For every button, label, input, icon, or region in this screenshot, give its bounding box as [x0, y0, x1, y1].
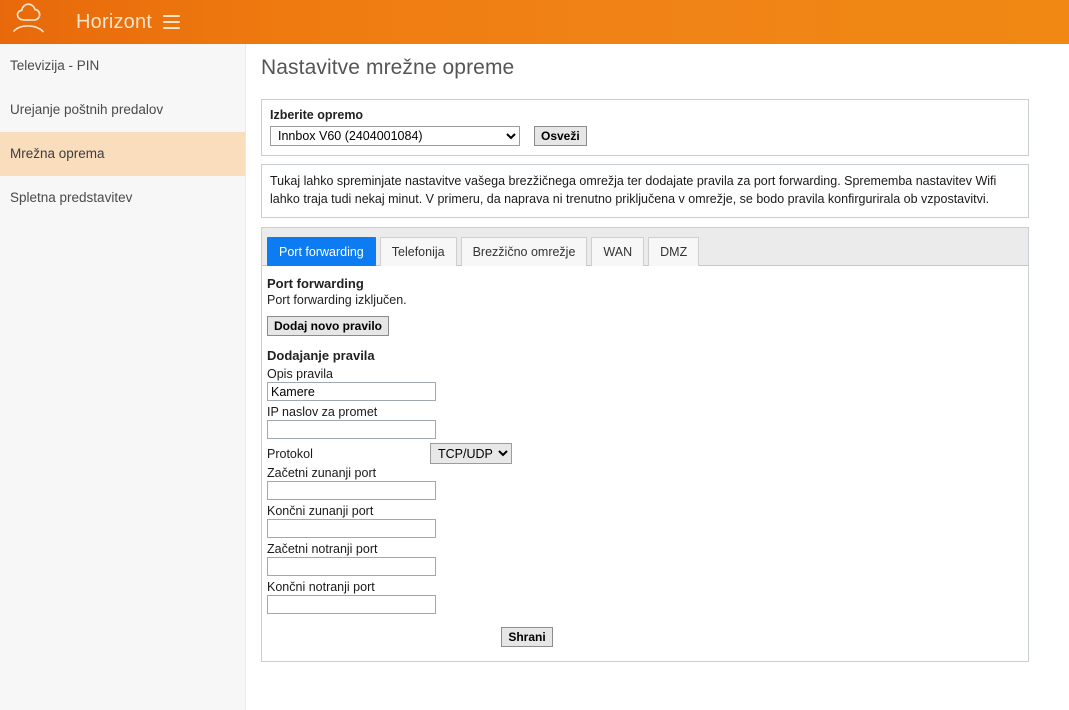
sidebar-item-urejanje-postnih-predalov[interactable]: Urejanje poštnih predalov	[0, 88, 245, 132]
tab-wan[interactable]: WAN	[591, 237, 645, 266]
hamburger-menu-icon[interactable]	[163, 15, 181, 29]
label-zacetni-notranji-port: Začetni notranji port	[267, 542, 378, 556]
input-zacetni-notranji-port[interactable]	[267, 557, 436, 576]
port-forwarding-tab-content: Port forwarding Port forwarding izključe…	[262, 266, 1028, 661]
input-zacetni-zunanji-port[interactable]	[267, 481, 436, 500]
sidebar-nav: Televizija - PIN Urejanje poštnih predal…	[0, 44, 246, 710]
settings-tabs-panel: Port forwarding Telefonija Brezžično omr…	[261, 227, 1029, 662]
sidebar-item-mrezna-oprema[interactable]: Mrežna oprema	[0, 132, 245, 176]
info-box-text: Tukaj lahko spreminjate nastavitve vašeg…	[270, 174, 997, 206]
label-koncni-notranji-port: Končni notranji port	[267, 580, 375, 594]
tab-dmz[interactable]: DMZ	[648, 237, 700, 266]
page-title: Nastavitve mrežne opreme	[261, 56, 515, 79]
tab-telefonija[interactable]: Telefonija	[379, 237, 457, 266]
input-ip-naslov[interactable]	[267, 420, 436, 439]
label-koncni-zunanji-port: Končni zunanji port	[267, 504, 374, 518]
main-content: Nastavitve mrežne opreme Izberite opremo…	[246, 44, 1069, 710]
add-rule-button[interactable]: Dodaj novo pravilo	[267, 316, 390, 336]
tab-port-forwarding[interactable]: Port forwarding	[267, 237, 376, 266]
device-select-row: Innbox V60 (2404001084) Osveži	[270, 126, 1020, 146]
tab-bar: Port forwarding Telefonija Brezžično omr…	[262, 228, 1028, 266]
save-button[interactable]: Shrani	[501, 627, 553, 647]
refresh-button[interactable]: Osveži	[534, 126, 587, 146]
device-select-panel: Izberite opremo Innbox V60 (2404001084) …	[261, 99, 1029, 156]
input-koncni-zunanji-port[interactable]	[267, 519, 436, 538]
label-opis-pravila: Opis pravila	[267, 367, 333, 381]
device-select-label: Izberite opremo	[270, 108, 364, 122]
device-select-dropdown[interactable]: Innbox V60 (2404001084)	[270, 126, 520, 146]
protocol-row: Protokol TCP/UDP	[267, 443, 1016, 464]
input-opis-pravila[interactable]	[267, 382, 436, 401]
port-forwarding-status: Port forwarding izključen.	[267, 293, 407, 307]
label-zacetni-zunanji-port: Začetni zunanji port	[267, 466, 377, 480]
cloud-arc-logo	[10, 0, 56, 44]
label-ip-naslov: IP naslov za promet	[267, 405, 378, 419]
tab-brezzicno-omrezje[interactable]: Brezžično omrežje	[460, 237, 588, 266]
sidebar-item-spletna-predstavitev[interactable]: Spletna predstavitev	[0, 176, 245, 220]
select-protokol[interactable]: TCP/UDP	[430, 443, 512, 464]
app-header: Horizont	[0, 0, 1069, 44]
app-brand-title: Horizont	[76, 10, 153, 33]
label-protokol: Protokol	[267, 446, 313, 461]
port-forwarding-heading: Port forwarding	[267, 276, 364, 291]
sidebar-item-televizija-pin[interactable]: Televizija - PIN	[0, 44, 245, 88]
info-box: Tukaj lahko spreminjate nastavitve vašeg…	[261, 164, 1029, 218]
input-koncni-notranji-port[interactable]	[267, 595, 436, 614]
add-rule-heading: Dodajanje pravila	[267, 348, 375, 363]
save-row: Shrani	[267, 627, 787, 647]
